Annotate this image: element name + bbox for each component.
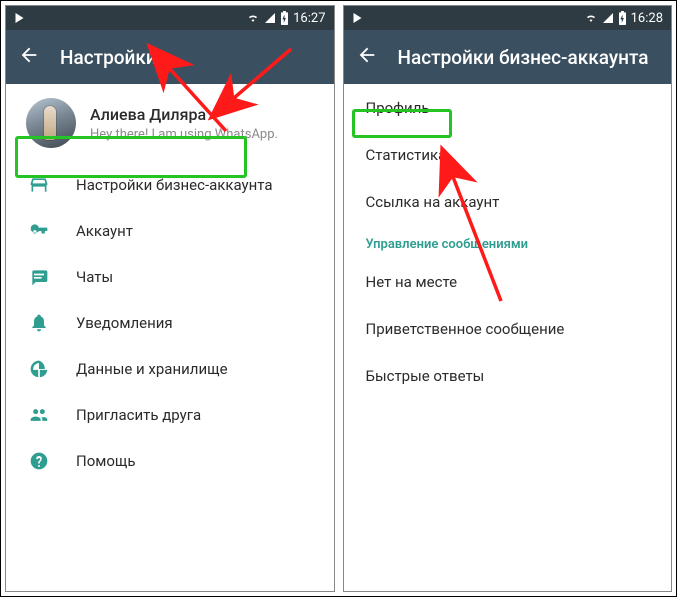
back-icon[interactable] bbox=[18, 44, 40, 70]
signal-icon bbox=[602, 12, 614, 24]
item-away[interactable]: Нет на месте bbox=[344, 258, 672, 305]
play-store-icon bbox=[352, 12, 364, 24]
avatar bbox=[26, 98, 76, 148]
invite-friend-icon bbox=[28, 404, 50, 426]
page-title: Настройки bbox=[60, 46, 157, 69]
item-label: Приветственное сообщение bbox=[366, 320, 565, 338]
settings-label: Данные и хранилище bbox=[76, 360, 228, 378]
status-time: 16:27 bbox=[293, 11, 325, 26]
signal-icon bbox=[264, 12, 276, 24]
appbar-left: Настройки bbox=[6, 30, 334, 84]
profile-status: Hey there! I am using WhatsApp. bbox=[90, 127, 318, 142]
item-label: Нет на месте bbox=[366, 273, 458, 291]
profile-name: Алиева Диляра bbox=[90, 105, 318, 124]
settings-item-business[interactable]: Настройки бизнес-аккаунта bbox=[6, 162, 334, 208]
wifi-icon bbox=[584, 12, 598, 24]
settings-label: Чаты bbox=[76, 268, 113, 286]
item-short-link[interactable]: Ссылка на аккаунт bbox=[344, 178, 672, 225]
settings-item-data[interactable]: Данные и хранилище bbox=[6, 346, 334, 392]
section-header: Управление сообщениями bbox=[344, 225, 672, 258]
settings-label: Помощь bbox=[76, 452, 136, 470]
play-store-icon bbox=[14, 12, 26, 24]
item-statistics[interactable]: Статистика bbox=[344, 131, 672, 178]
item-profile[interactable]: Профиль bbox=[344, 84, 672, 131]
battery-charging-icon bbox=[280, 11, 289, 25]
status-time: 16:28 bbox=[631, 11, 663, 26]
settings-label: Уведомления bbox=[76, 314, 173, 332]
phone-left: 16:27 Настройки Алиева Диляра Hey there!… bbox=[5, 5, 335, 592]
settings-label: Настройки бизнес-аккаунта bbox=[76, 176, 273, 194]
appbar-right: Настройки бизнес-аккаунта bbox=[344, 30, 672, 84]
page-title: Настройки бизнес-аккаунта bbox=[398, 46, 649, 69]
settings-label: Пригласить друга bbox=[76, 406, 201, 424]
settings-label: Аккаунт bbox=[76, 222, 133, 240]
wifi-icon bbox=[246, 12, 260, 24]
back-icon[interactable] bbox=[356, 44, 378, 70]
item-label: Статистика bbox=[366, 146, 447, 164]
bell-icon bbox=[28, 312, 50, 334]
item-label: Быстрые ответы bbox=[366, 367, 485, 385]
settings-item-invite[interactable]: Пригласить друга bbox=[6, 392, 334, 438]
settings-item-chats[interactable]: Чаты bbox=[6, 254, 334, 300]
settings-item-account[interactable]: Аккаунт bbox=[6, 208, 334, 254]
help-icon bbox=[28, 450, 50, 472]
statusbar-left: 16:27 bbox=[6, 6, 334, 30]
settings-item-help[interactable]: Помощь bbox=[6, 438, 334, 484]
storefront-icon bbox=[28, 174, 50, 196]
data-usage-icon bbox=[28, 358, 50, 380]
key-icon bbox=[28, 220, 50, 242]
battery-charging-icon bbox=[618, 11, 627, 25]
settings-list: Настройки бизнес-аккаунта Аккаунт Чаты У… bbox=[6, 162, 334, 484]
phone-right: 16:28 Настройки бизнес-аккаунта Профиль … bbox=[343, 5, 673, 592]
statusbar-right: 16:28 bbox=[344, 6, 672, 30]
chat-icon bbox=[28, 266, 50, 288]
settings-item-notifications[interactable]: Уведомления bbox=[6, 300, 334, 346]
business-settings-list: Профиль Статистика Ссылка на аккаунт Упр… bbox=[344, 84, 672, 399]
item-greeting[interactable]: Приветственное сообщение bbox=[344, 305, 672, 352]
profile-row[interactable]: Алиева Диляра Hey there! I am using What… bbox=[6, 84, 334, 162]
item-quick-replies[interactable]: Быстрые ответы bbox=[344, 352, 672, 399]
item-label: Ссылка на аккаунт bbox=[366, 193, 500, 211]
item-label: Профиль bbox=[366, 99, 430, 117]
